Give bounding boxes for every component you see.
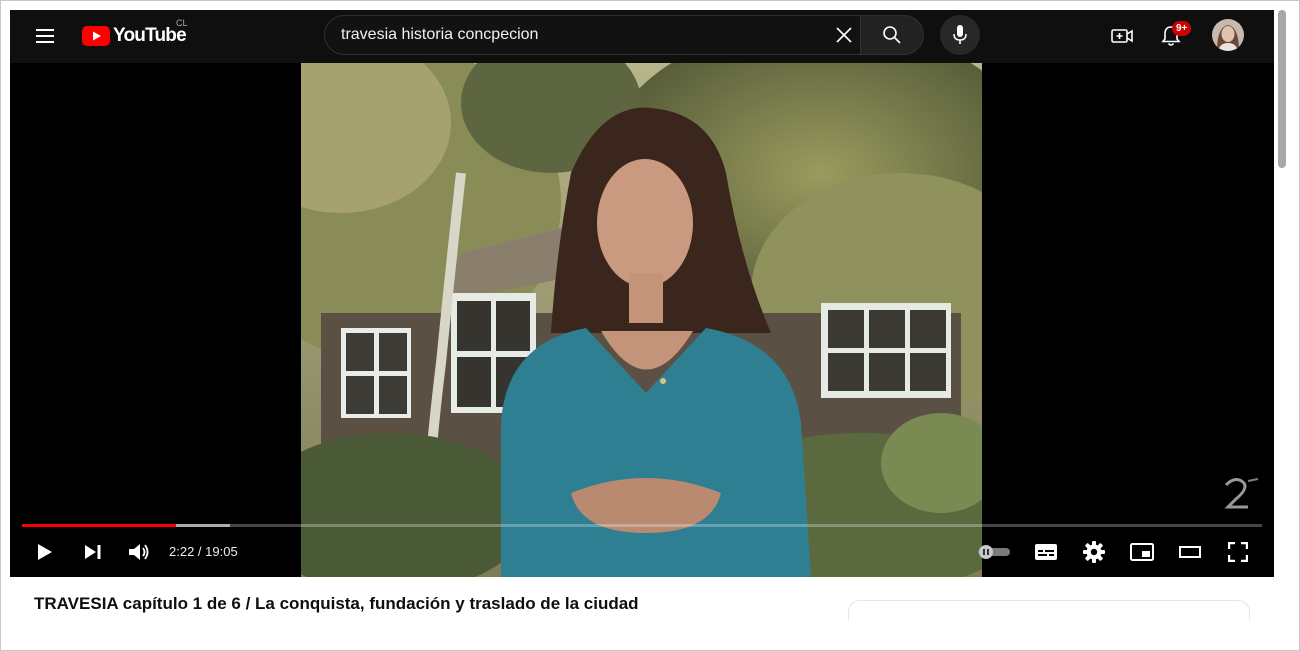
settings-icon[interactable] <box>1078 537 1110 567</box>
search-button[interactable] <box>860 15 924 55</box>
scrollbar-thumb[interactable] <box>1278 10 1286 168</box>
menu-icon[interactable] <box>32 24 58 48</box>
notification-count-badge: 9+ <box>1172 21 1192 36</box>
search-icon <box>883 26 901 44</box>
progress-played <box>22 524 176 527</box>
masthead: YouTube CL 9+ <box>10 10 1274 63</box>
mic-icon <box>953 25 967 44</box>
voice-search-button[interactable] <box>940 15 980 55</box>
time-display: 2:22 / 19:05 <box>169 544 238 559</box>
play-icon[interactable] <box>30 537 60 567</box>
youtube-logo[interactable]: YouTube <box>82 24 187 48</box>
youtube-play-logo-icon <box>82 26 110 46</box>
video-player[interactable]: 2:22 / 19:05 <box>10 63 1274 577</box>
create-icon[interactable] <box>1107 22 1137 50</box>
fullscreen-icon[interactable] <box>1222 537 1254 567</box>
close-icon[interactable] <box>830 22 858 48</box>
logo-text: YouTube <box>113 25 187 46</box>
video-title: TRAVESIA capítulo 1 de 6 / La conquista,… <box>34 594 639 613</box>
theater-icon[interactable] <box>1174 537 1206 567</box>
side-panel <box>848 600 1250 620</box>
autoplay-toggle[interactable] <box>976 537 1012 567</box>
progress-bar[interactable] <box>22 524 1262 527</box>
channel-watermark[interactable] <box>1218 473 1264 513</box>
search-box <box>324 15 861 55</box>
volume-icon[interactable] <box>124 537 154 567</box>
country-code: CL <box>176 18 188 28</box>
subtitles-icon[interactable] <box>1030 537 1062 567</box>
avatar[interactable] <box>1212 19 1244 51</box>
video-frame[interactable] <box>301 63 982 577</box>
miniplayer-icon[interactable] <box>1126 537 1158 567</box>
search-input[interactable] <box>341 16 821 54</box>
next-icon[interactable] <box>78 537 108 567</box>
